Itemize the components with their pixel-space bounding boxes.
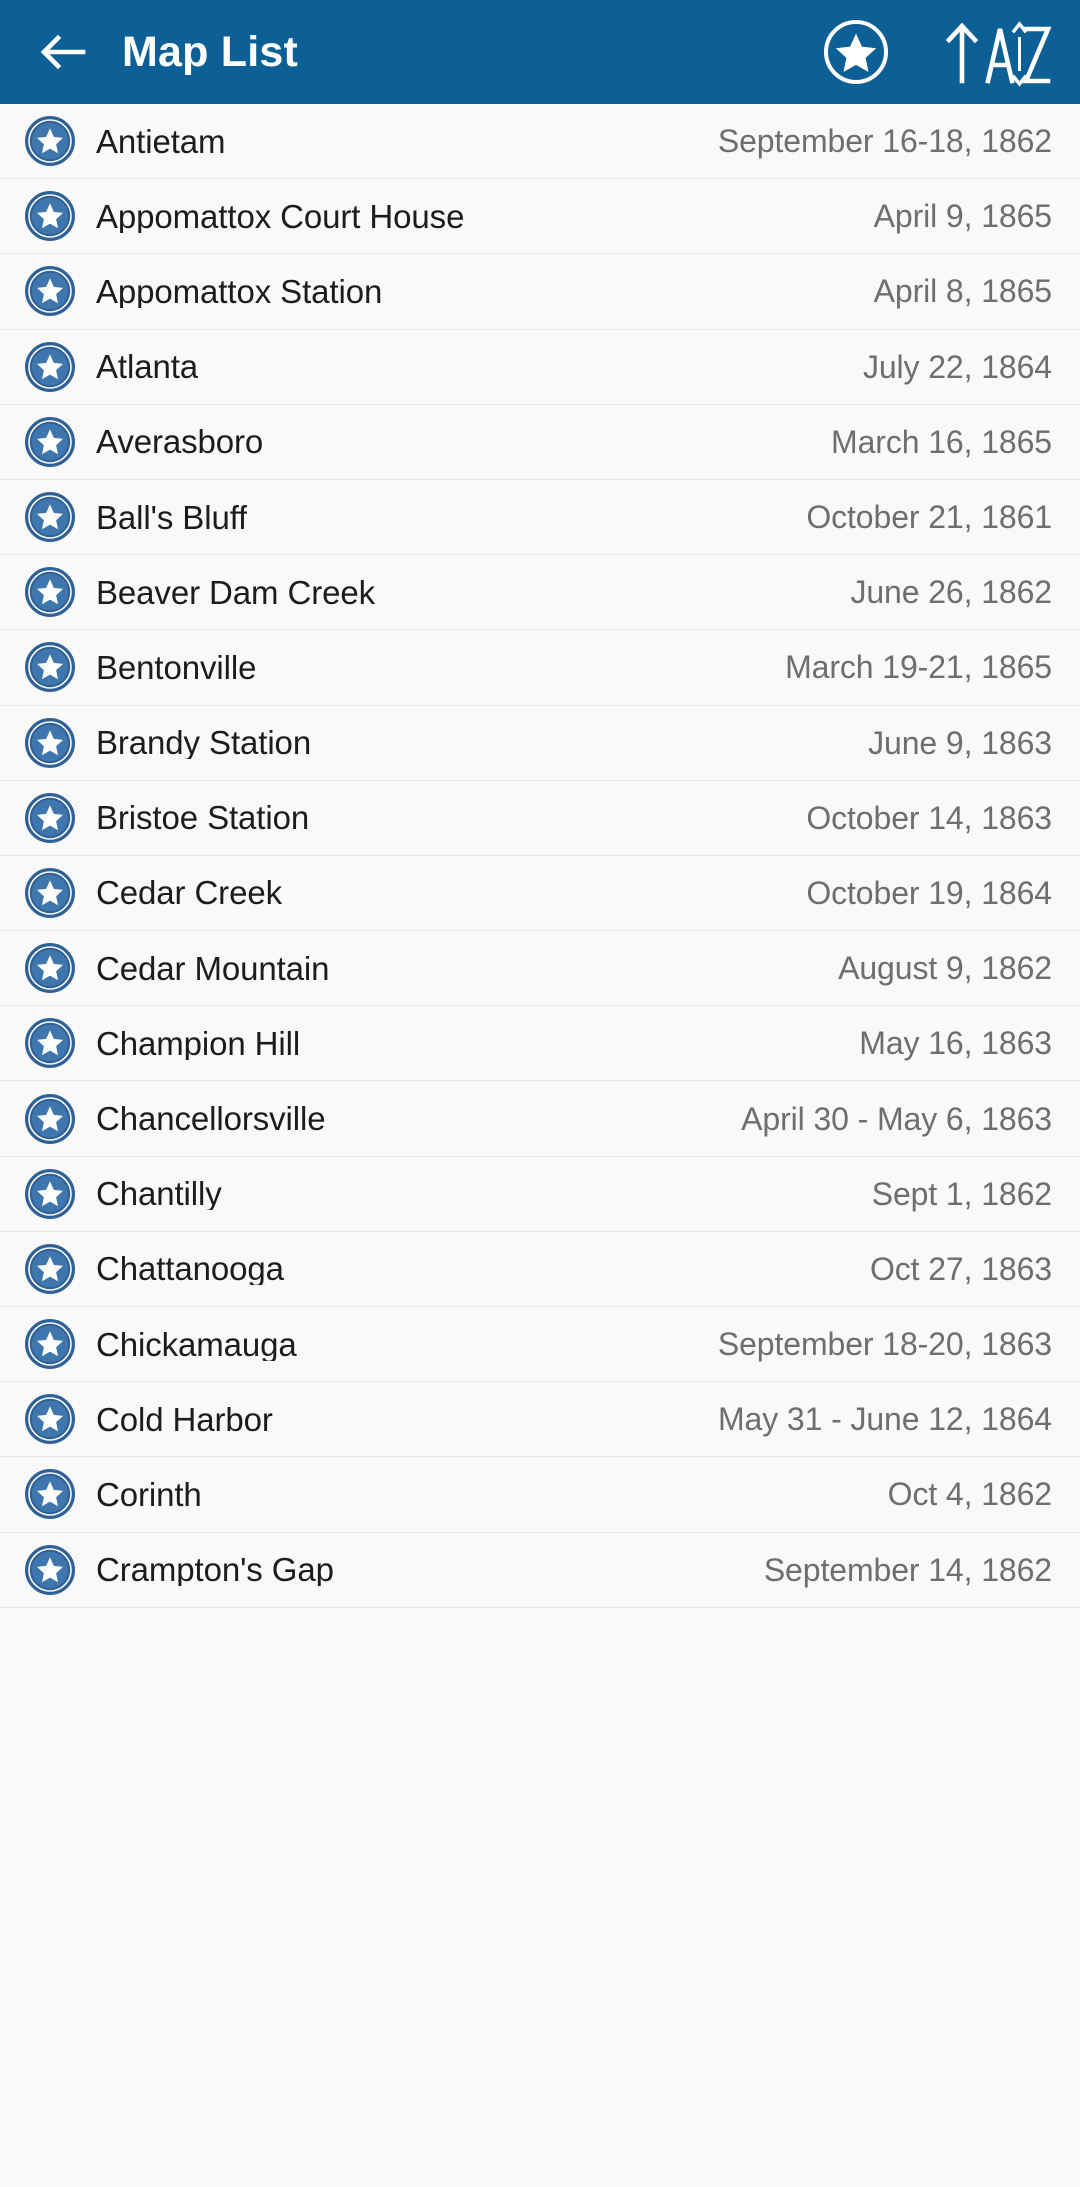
map-name: Ball's Bluff [96,500,248,534]
table-row[interactable]: Averasboro March 16, 1865 [0,404,1080,480]
map-date: October 19, 1864 [806,874,1052,911]
app-bar: Map List [0,0,1080,104]
map-name: Cedar Creek [96,876,282,910]
map-name: Bristoe Station [96,801,310,835]
star-circle-icon[interactable] [24,942,76,994]
map-name: Chancellorsville [96,1102,326,1136]
map-list[interactable]: Antietam September 16-18, 1862 Appomattox… [0,104,1080,2187]
map-name: Champion Hill [96,1026,301,1060]
map-name: Cold Harbor [96,1402,273,1436]
star-circle-icon[interactable] [24,867,76,919]
table-row[interactable]: Crampton's Gap September 14, 1862 [0,1532,1080,1608]
map-date: March 16, 1865 [831,423,1052,460]
map-name: Brandy Station [96,726,312,760]
star-circle-icon[interactable] [24,792,76,844]
table-row[interactable]: Bentonville March 19-21, 1865 [0,630,1080,706]
map-name: Corinth [96,1477,202,1511]
star-circle-icon[interactable] [24,1393,76,1445]
star-circle-icon[interactable] [24,1093,76,1145]
map-name: Chickamauga [96,1327,297,1361]
star-circle-icon[interactable] [24,566,76,618]
map-list-screen: Map List Antietam September 16-18, 1862 … [0,0,1080,2187]
table-row[interactable]: Appomattox Court House April 9, 1865 [0,179,1080,255]
star-circle-icon[interactable] [24,1017,76,1069]
map-date: May 16, 1863 [859,1025,1052,1062]
table-row[interactable]: Cold Harbor May 31 - June 12, 1864 [0,1382,1080,1458]
map-name: Averasboro [96,425,264,459]
table-row[interactable]: Chickamauga September 18-20, 1863 [0,1307,1080,1383]
map-date: June 9, 1863 [868,724,1052,761]
star-circle-icon[interactable] [24,1318,76,1370]
map-date: June 26, 1862 [850,574,1052,611]
table-row[interactable]: Antietam September 16-18, 1862 [0,104,1080,180]
map-date: October 21, 1861 [806,499,1052,536]
map-date: Sept 1, 1862 [871,1175,1052,1212]
map-name: Cedar Mountain [96,951,330,985]
map-date: April 30 - May 6, 1863 [741,1100,1052,1137]
map-name: Atlanta [96,350,199,384]
map-date: Oct 27, 1863 [869,1250,1052,1287]
table-row[interactable]: Appomattox Station April 8, 1865 [0,254,1080,330]
map-date: September 16-18, 1862 [717,123,1052,160]
map-date: April 9, 1865 [873,198,1052,235]
table-row[interactable]: Cedar Mountain August 9, 1862 [0,931,1080,1007]
star-circle-icon[interactable] [24,1243,76,1295]
arrow-left-icon [36,26,88,78]
star-circle-icon[interactable] [24,265,76,317]
star-circle-icon [820,16,892,88]
map-name: Bentonville [96,650,257,684]
star-circle-icon[interactable] [24,1168,76,1220]
table-row[interactable]: Chancellorsville April 30 - May 6, 1863 [0,1081,1080,1157]
sort-alpha-ascending-icon [940,15,1052,89]
map-date: October 14, 1863 [806,799,1052,836]
table-row[interactable]: Chantilly Sept 1, 1862 [0,1156,1080,1232]
star-circle-icon[interactable] [24,641,76,693]
star-circle-icon[interactable] [24,491,76,543]
table-row[interactable]: Chattanooga Oct 27, 1863 [0,1231,1080,1307]
map-date: July 22, 1864 [862,348,1052,385]
map-name: Appomattox Court House [96,199,465,233]
sort-button[interactable] [940,10,1058,94]
star-circle-icon[interactable] [24,341,76,393]
map-date: April 8, 1865 [873,273,1052,310]
table-row[interactable]: Corinth Oct 4, 1862 [0,1457,1080,1533]
table-row[interactable]: Cedar Creek October 19, 1864 [0,855,1080,932]
star-circle-icon[interactable] [24,1468,76,1520]
map-name: Crampton's Gap [96,1553,334,1587]
page-title: Map List [122,27,298,76]
back-button[interactable] [26,16,98,88]
favorites-filter-button[interactable] [814,10,898,94]
map-name: Beaver Dam Creek [96,575,375,609]
star-circle-icon[interactable] [24,1544,76,1596]
map-name: Chantilly [96,1177,222,1211]
table-row[interactable]: Beaver Dam Creek June 26, 1862 [0,555,1080,631]
table-row[interactable]: Champion Hill May 16, 1863 [0,1006,1080,1082]
star-circle-icon[interactable] [24,717,76,769]
star-circle-icon[interactable] [24,416,76,468]
map-date: May 31 - June 12, 1864 [717,1401,1052,1438]
table-row[interactable]: Bristoe Station October 14, 1863 [0,780,1080,856]
star-circle-icon[interactable] [24,115,76,167]
map-date: Oct 4, 1862 [887,1476,1052,1513]
map-date: September 18-20, 1863 [717,1326,1052,1363]
star-circle-icon[interactable] [24,190,76,242]
map-date: September 14, 1862 [763,1551,1052,1588]
table-row[interactable]: Ball's Bluff October 21, 1861 [0,479,1080,556]
map-name: Appomattox Station [96,274,383,308]
map-date: August 9, 1862 [838,950,1052,987]
map-name: Antietam [96,124,226,158]
map-date: March 19-21, 1865 [785,649,1052,686]
table-row[interactable]: Atlanta July 22, 1864 [0,329,1080,405]
table-row[interactable]: Brandy Station June 9, 1863 [0,705,1080,781]
map-name: Chattanooga [96,1252,284,1286]
